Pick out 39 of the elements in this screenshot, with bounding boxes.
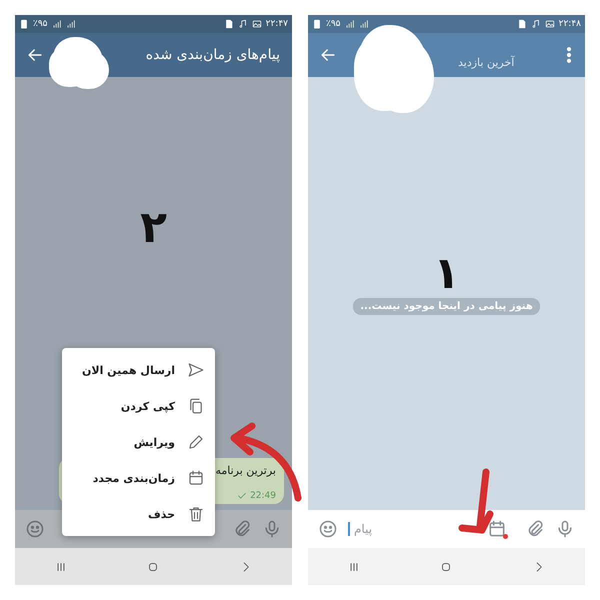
copy-icon bbox=[187, 397, 205, 415]
image-icon bbox=[544, 19, 555, 29]
trash-icon bbox=[187, 505, 205, 523]
check-icon bbox=[237, 491, 248, 501]
step-number: ۱ bbox=[433, 252, 460, 296]
message-time: 22:49 bbox=[250, 491, 276, 501]
battery-level: ٪۹۵ bbox=[326, 19, 341, 29]
signal-icon bbox=[66, 19, 76, 29]
menu-item[interactable]: کپی کردن bbox=[62, 388, 215, 424]
battery-icon bbox=[19, 19, 29, 29]
message-input[interactable]: پیام bbox=[348, 522, 418, 536]
calendar-icon bbox=[487, 519, 507, 539]
music-note-icon bbox=[530, 19, 541, 29]
clock: ۲۲:۴۷ bbox=[266, 19, 288, 29]
signal-icon bbox=[358, 19, 369, 29]
menu-item[interactable]: زمان‌بندی مجدد bbox=[62, 460, 215, 496]
scheduled-messages-button[interactable] bbox=[487, 519, 507, 539]
signal-icon bbox=[52, 19, 62, 29]
empty-chat-notice: هنوز پیامی در اینجا موجود نیست... bbox=[353, 298, 540, 315]
emoji-icon[interactable] bbox=[318, 519, 338, 539]
menu-item[interactable]: ویرایش bbox=[62, 424, 215, 460]
last-seen-status: آخرین بازدید bbox=[458, 56, 514, 68]
step-number: ۲ bbox=[140, 206, 167, 250]
calendar-icon bbox=[187, 469, 205, 487]
signal-icon bbox=[344, 19, 355, 29]
menu-item[interactable]: حذف bbox=[62, 496, 215, 532]
menu-item[interactable]: ارسال همین الان bbox=[62, 352, 215, 388]
image-icon bbox=[252, 19, 262, 29]
music-note-icon bbox=[238, 19, 248, 29]
battery-level: ٪۹۵ bbox=[33, 19, 48, 29]
redaction-cloud bbox=[53, 37, 103, 85]
battery-icon bbox=[312, 19, 322, 29]
chat-title: پیام‌های زمان‌بندی شده bbox=[146, 47, 281, 63]
sim-icon bbox=[516, 19, 527, 29]
clock: ۲۲:۴۸ bbox=[558, 19, 581, 29]
sim-icon bbox=[224, 19, 234, 29]
message-text: برترین برنامه bbox=[215, 464, 276, 477]
send-icon bbox=[187, 361, 205, 379]
pencil-icon bbox=[187, 433, 205, 451]
